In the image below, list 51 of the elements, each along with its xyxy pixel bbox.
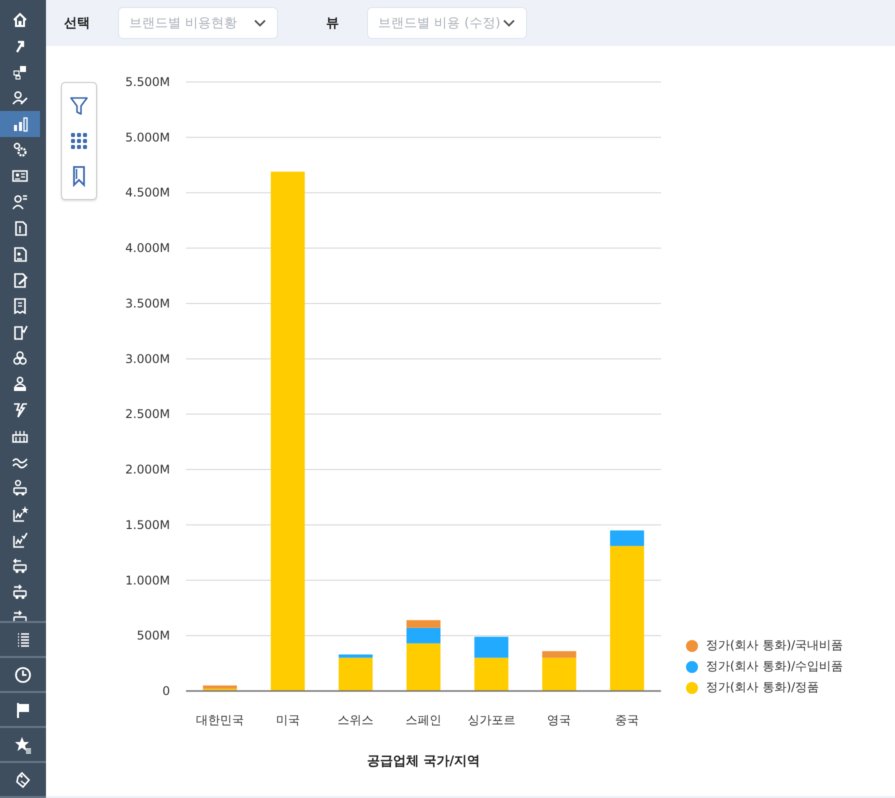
axis-tick-label: 3.500M [125,296,170,310]
lightning-icon [11,401,29,419]
axis-tick-label: 5.000M [125,130,170,144]
home-icon [11,11,29,29]
receipt-icon [11,297,29,315]
circles-icon [11,349,29,367]
axis-tick-label: 4.000M [125,241,170,256]
document-person-icon [11,245,29,263]
category-label: 미국 [276,713,300,727]
axis-tick-label: 0 [162,684,170,698]
legend-label: 정가(회사 통화)/정품 [706,679,820,696]
star-list-icon [14,736,32,754]
gears-icon [11,141,29,159]
person-list-icon [11,193,29,211]
category-label: 스페인 [406,713,442,727]
person-truck-icon [11,479,29,497]
flag-icon [14,700,32,719]
truck-arrow-icon [11,583,29,601]
axis-title: 공급업체 국가/지역 [366,754,480,769]
axis-tick-label: 1.000M [125,573,170,588]
sidebar-item[interactable] [0,111,40,137]
chart-star-icon [11,505,29,523]
bar-chart-icon [11,115,29,133]
legend-label: 정가(회사 통화)/국내비품 [706,637,844,654]
chart-check-icon [11,531,29,549]
category-label: 영국 [547,713,572,727]
clock-icon [14,666,32,684]
filter-label: 선택 [64,15,90,32]
dashboard-icon [11,63,29,81]
filter-icon[interactable] [69,95,89,118]
legend-label: 정가(회사 통화)/수입비품 [706,658,844,675]
axis-tick-label: 2.000M [125,462,170,477]
dropdown[interactable]: 브랜드별 비용현황 [118,7,278,39]
axis-tick-label: 1.500M [125,518,170,532]
person-pencil-icon [11,89,29,107]
axis-tick-label: 3.000M [125,352,170,366]
category-label: 스위스 [338,713,374,727]
axis-tick-label: 4.500M [125,186,170,200]
category-label: 중국 [615,713,640,727]
person-desk-icon [11,375,29,393]
truck-arrow-icon [11,557,29,575]
axis-tick-label: 2.500M [125,407,170,422]
axis-tick-label: 500M [136,628,170,643]
filter-label: 뷰 [326,15,339,32]
category-label: 싱가포르 [467,713,516,727]
price-tag-icon [14,770,32,788]
category-label: 대한민국 [196,713,244,727]
dropdown[interactable]: 브랜드별 비용 (수정) [367,7,527,39]
axis-tick-label: 5.500M [125,75,170,89]
document-pencil-icon [11,271,29,289]
document-check-icon [11,323,29,341]
